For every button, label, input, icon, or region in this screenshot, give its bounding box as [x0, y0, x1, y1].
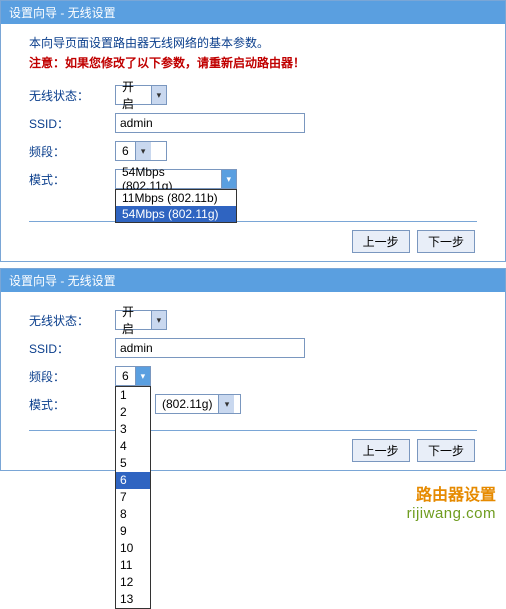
separator: [29, 430, 477, 431]
row-wireless-status: 无线状态： 开启 ▾: [29, 85, 477, 105]
label-wireless-status: 无线状态：: [29, 312, 115, 329]
panel-body: 无线状态： 开启 ▾ SSID： 频段： 6 ▾ 123456789101112…: [1, 292, 505, 470]
label-ssid: SSID：: [29, 115, 115, 132]
channel-option[interactable]: 10: [116, 540, 150, 557]
select-value: 开启: [116, 303, 151, 337]
prev-button[interactable]: 上一步: [352, 230, 410, 253]
label-mode: 模式：: [29, 171, 115, 188]
channel-option[interactable]: 11: [116, 557, 150, 574]
channel-option[interactable]: 7: [116, 489, 150, 506]
ssid-input[interactable]: [115, 338, 305, 358]
select-value: 6: [116, 144, 135, 158]
chevron-down-icon: ▾: [135, 367, 150, 385]
panel-body: 本向导页面设置路由器无线网络的基本参数。 注意：如果您修改了以下参数，请重新启动…: [1, 24, 505, 261]
select-wireless-status[interactable]: 开启 ▾: [115, 85, 167, 105]
channel-option[interactable]: 6: [116, 472, 150, 489]
select-wireless-status[interactable]: 开启 ▾: [115, 310, 167, 330]
intro-text: 本向导页面设置路由器无线网络的基本参数。: [29, 34, 477, 51]
chevron-down-icon: ▾: [151, 86, 166, 104]
chevron-down-icon: ▾: [151, 311, 166, 329]
wizard-panel-1: 设置向导 - 无线设置 本向导页面设置路由器无线网络的基本参数。 注意：如果您修…: [0, 0, 506, 262]
watermark: 路由器设置 rijiwang.com: [0, 477, 506, 528]
chevron-down-icon: ▾: [221, 170, 236, 188]
button-row: 上一步 下一步: [29, 230, 477, 253]
channel-option[interactable]: 13: [116, 591, 150, 608]
row-channel: 频段： 6 ▾ 12345678910111213: [29, 366, 477, 386]
wizard-panel-2: 设置向导 - 无线设置 无线状态： 开启 ▾ SSID： 频段： 6 ▾ 123…: [0, 268, 506, 471]
separator: [29, 221, 477, 222]
select-channel[interactable]: 6 ▾ 12345678910111213: [115, 366, 151, 386]
channel-option[interactable]: 4: [116, 438, 150, 455]
mode-option[interactable]: 11Mbps (802.11b): [116, 190, 236, 206]
mode-dropdown-list: 11Mbps (802.11b)54Mbps (802.11g): [115, 189, 237, 223]
watermark-cn: 路由器设置: [407, 481, 496, 505]
label-channel: 频段：: [29, 368, 115, 385]
row-mode: 模式： 54Mbps (802.11g) ▾ 11Mbps (802.11b)5…: [29, 169, 477, 189]
chevron-down-icon: ▾: [218, 395, 234, 413]
panel-title: 设置向导 - 无线设置: [1, 269, 505, 292]
select-value: 开启: [116, 78, 151, 112]
channel-option[interactable]: 1: [116, 387, 150, 404]
channel-option[interactable]: 9: [116, 523, 150, 540]
label-channel: 频段：: [29, 143, 115, 160]
panel-title: 设置向导 - 无线设置: [1, 1, 505, 24]
channel-option[interactable]: 3: [116, 421, 150, 438]
channel-option[interactable]: 12: [116, 574, 150, 591]
ssid-input[interactable]: [115, 113, 305, 133]
warning-text: 注意：如果您修改了以下参数，请重新启动路由器！: [29, 54, 477, 71]
select-channel[interactable]: 6 ▾: [115, 141, 167, 161]
label-mode: 模式：: [29, 396, 115, 413]
channel-option[interactable]: 8: [116, 506, 150, 523]
next-button[interactable]: 下一步: [417, 439, 475, 462]
row-mode: 模式： (802.11g) ▾: [29, 394, 477, 414]
chevron-down-icon: ▾: [135, 142, 151, 160]
select-mode[interactable]: (802.11g) ▾: [155, 394, 241, 414]
select-value: 6: [116, 369, 135, 383]
channel-dropdown-list: 12345678910111213: [115, 386, 151, 609]
prev-button[interactable]: 上一步: [352, 439, 410, 462]
channel-option[interactable]: 5: [116, 455, 150, 472]
watermark-domain: rijiwang.com: [407, 505, 496, 522]
mode-option[interactable]: 54Mbps (802.11g): [116, 206, 236, 222]
select-mode[interactable]: 54Mbps (802.11g) ▾ 11Mbps (802.11b)54Mbp…: [115, 169, 237, 189]
next-button[interactable]: 下一步: [417, 230, 475, 253]
label-wireless-status: 无线状态：: [29, 87, 115, 104]
select-value: (802.11g): [156, 397, 218, 411]
row-ssid: SSID：: [29, 113, 477, 133]
button-row: 上一步 下一步: [29, 439, 477, 462]
row-wireless-status: 无线状态： 开启 ▾: [29, 310, 477, 330]
row-channel: 频段： 6 ▾: [29, 141, 477, 161]
row-ssid: SSID：: [29, 338, 477, 358]
channel-option[interactable]: 2: [116, 404, 150, 421]
label-ssid: SSID：: [29, 340, 115, 357]
